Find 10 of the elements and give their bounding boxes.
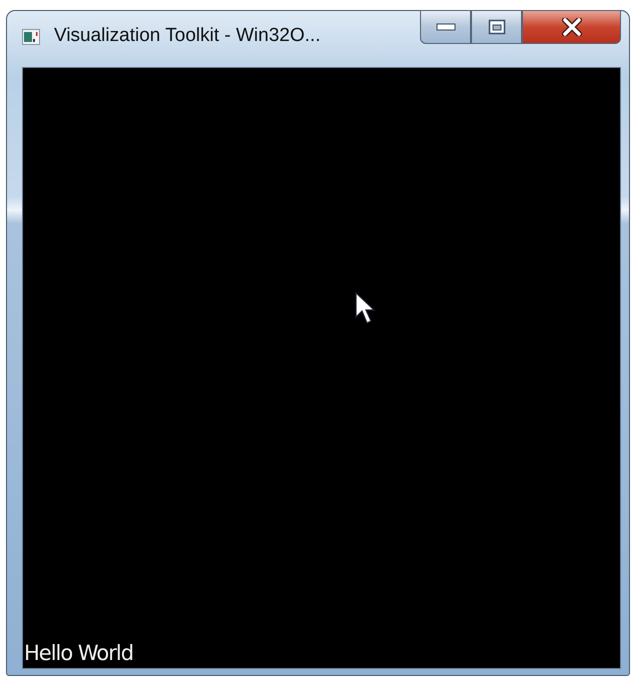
cursor-icon	[355, 292, 377, 326]
close-icon	[560, 18, 582, 36]
viewport-text: Hello World	[23, 641, 134, 667]
minimize-button[interactable]	[420, 10, 471, 44]
maximize-button[interactable]	[471, 10, 522, 44]
window-title: Visualization Toolkit - Win32O...	[54, 25, 320, 47]
close-button[interactable]	[522, 10, 621, 44]
app-icon	[22, 29, 40, 45]
restore-icon	[488, 19, 506, 35]
minimize-icon	[436, 23, 456, 31]
